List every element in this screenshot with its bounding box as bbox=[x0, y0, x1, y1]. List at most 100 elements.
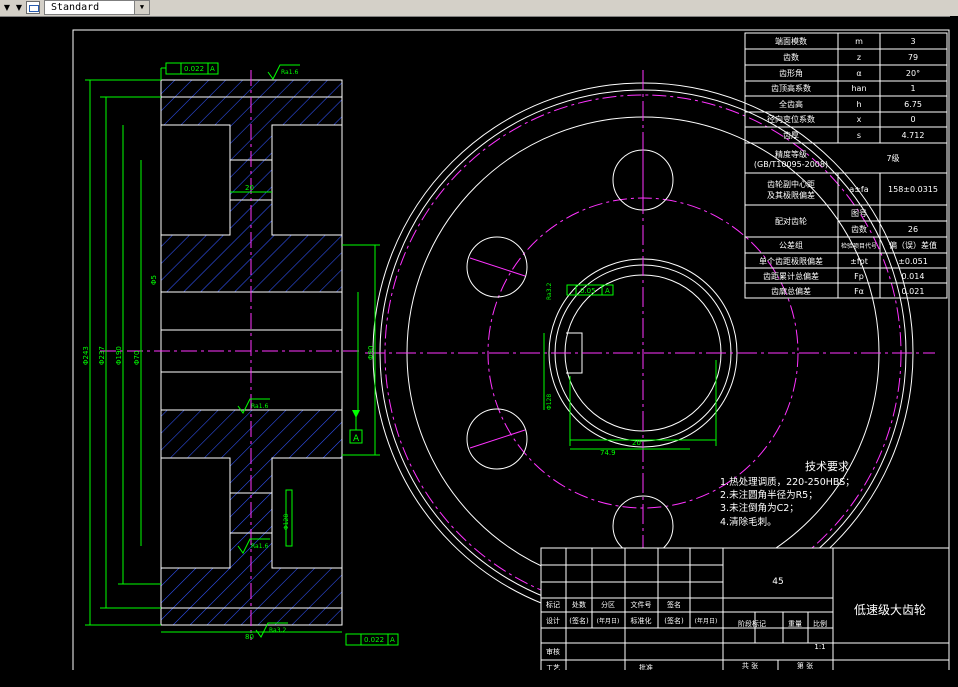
deviation-name: 单个齿距极限偏差 bbox=[759, 256, 823, 266]
svg-text:A: A bbox=[210, 65, 215, 73]
technical-requirements: 技术要求 1.热处理调质，220-250HBS； 2.未注圆角半径为R5； 3.… bbox=[720, 460, 855, 528]
design-3: 标准化 bbox=[631, 616, 652, 625]
dia-237: Φ237 bbox=[98, 346, 106, 365]
mark-header-4: 签名 bbox=[667, 600, 681, 609]
param-name: 端面模数 bbox=[775, 36, 807, 46]
keyway-width-dim: 20 bbox=[632, 439, 641, 447]
text-style-select[interactable]: Standard ▼ bbox=[44, 0, 150, 15]
deviation-name: 齿距累计总偏差 bbox=[763, 271, 819, 281]
chevron-down-icon[interactable]: ▼ bbox=[134, 1, 149, 14]
design-1: (签名) bbox=[569, 616, 589, 625]
center-distance-value: 158±0.0315 bbox=[888, 185, 938, 194]
mark-header-2: 分区 bbox=[601, 600, 615, 609]
param-symbol: han bbox=[851, 84, 866, 93]
dia-243: Φ243 bbox=[82, 346, 90, 365]
mark-header-0: 标记 bbox=[546, 600, 560, 609]
param-symbol: h bbox=[856, 100, 861, 109]
deviation-symbol: Fα bbox=[854, 287, 864, 296]
param-name: 齿厚 bbox=[783, 131, 799, 140]
mark-header-3: 文件号 bbox=[631, 600, 652, 609]
deviation-symbol: Fp bbox=[854, 272, 864, 281]
svg-text:A: A bbox=[390, 636, 395, 644]
center-distance-symbol: a±fa bbox=[849, 185, 868, 194]
param-name: 齿形角 bbox=[779, 68, 803, 78]
param-name: 齿顶高系数 bbox=[771, 83, 811, 93]
param-symbol: x bbox=[857, 115, 862, 124]
keyway-depth-dim: 74.9 bbox=[600, 449, 616, 457]
parameter-extra: 精度等级 (GB/T10095-2008) 7级 齿轮副中心距 及其极限偏差 a… bbox=[754, 149, 938, 250]
approve-label: 批准 bbox=[639, 663, 653, 670]
hub-dim-label: Φ128 bbox=[546, 394, 553, 410]
mating-teeth: 齿数 bbox=[851, 224, 867, 234]
ra-web-label: Ra3.2 bbox=[546, 283, 553, 300]
text-style-icon[interactable] bbox=[26, 1, 40, 14]
runout-bottom-value: 0.022 bbox=[364, 636, 384, 644]
deviation-symbol: ±fpt bbox=[850, 257, 868, 266]
precision-value: 7级 bbox=[886, 153, 899, 163]
param-name: 径向变位系数 bbox=[767, 114, 815, 124]
dim-20: 20 bbox=[245, 184, 254, 192]
tech-item-3: 3.未注倒角为C2； bbox=[720, 502, 799, 514]
keyway-symmetry-tol: 0.05 bbox=[580, 287, 596, 295]
design-2: (年月日) bbox=[597, 617, 620, 625]
ra-low: Ra1.6 bbox=[251, 543, 268, 550]
ra-bottom: Ra3.2 bbox=[269, 627, 286, 634]
deviation-value: 0.014 bbox=[902, 272, 925, 281]
param-symbol: s bbox=[857, 131, 861, 140]
dia-190: Φ190 bbox=[115, 346, 123, 365]
gear-section-view: Φ243 Φ237 Φ190 Φ70 Φ5 Φ90 Φ128 80 20 0.0… bbox=[82, 62, 399, 646]
design-5: (年月日) bbox=[695, 617, 718, 625]
bore-dia: Φ90 bbox=[367, 346, 375, 360]
param-value: 4.712 bbox=[902, 131, 925, 140]
deviation-rows: 单个齿距极限偏差 ±fpt ±0.051 齿距累计总偏差 Fp 0.014 齿廓总偏差 Fα 0… bbox=[759, 256, 928, 296]
tolerance-group-sym: 检验项目代号 bbox=[841, 242, 877, 250]
tech-item-2: 2.未注圆角半径为R5； bbox=[720, 489, 818, 501]
param-symbol: α bbox=[856, 69, 861, 78]
ra-mid: Ra1.6 bbox=[251, 403, 268, 410]
width-80: 80 bbox=[245, 633, 254, 641]
tolerance-group-val: 偏（误）差值 bbox=[889, 240, 937, 250]
weight-label: 重量 bbox=[788, 620, 802, 628]
scale-value: 1:1 bbox=[814, 643, 825, 651]
text-style-toolbar: ▼ ▼ Standard ▼ bbox=[0, 0, 958, 17]
param-name: 全齿高 bbox=[779, 99, 803, 109]
datum-a-label: A bbox=[353, 434, 360, 444]
gear-front-view: 0.05 A 20 74.9 Ra3.2 Φ128 bbox=[365, 70, 935, 624]
vertical-scrollbar[interactable] bbox=[950, 16, 958, 670]
center-distance-name-2: 及其极限偏差 bbox=[767, 190, 815, 200]
param-value: 0 bbox=[910, 115, 915, 124]
material: 45 bbox=[772, 577, 783, 587]
param-value: 79 bbox=[908, 53, 918, 62]
dia-70: Φ70 bbox=[133, 351, 141, 365]
dropdown-arrow-icon[interactable]: ▼ bbox=[14, 2, 24, 14]
dropdown-arrow-icon[interactable]: ▼ bbox=[2, 2, 12, 14]
ra-top: Ra1.6 bbox=[281, 69, 298, 76]
drawing-canvas[interactable]: 0.05 A 20 74.9 Ra3.2 Φ128 Φ243 Φ237 Φ190… bbox=[0, 16, 958, 670]
param-value: 3 bbox=[910, 37, 915, 46]
param-value: 20° bbox=[906, 69, 920, 78]
sheet-number: 第 张 bbox=[797, 661, 813, 670]
param-value: 1 bbox=[910, 84, 915, 93]
design-0: 设计 bbox=[546, 616, 560, 625]
tech-title: 技术要求 bbox=[805, 460, 849, 473]
process-label: 工艺 bbox=[546, 664, 560, 670]
center-distance-name-1: 齿轮副中心距 bbox=[767, 179, 815, 189]
text-style-value: Standard bbox=[51, 2, 100, 13]
param-name: 齿数 bbox=[783, 52, 799, 62]
deviation-value: ±0.051 bbox=[898, 257, 928, 266]
param-value: 6.75 bbox=[904, 100, 922, 109]
deviation-name: 齿廓总偏差 bbox=[771, 286, 811, 296]
tech-item-1: 1.热处理调质，220-250HBS； bbox=[720, 476, 855, 488]
review-label: 审核 bbox=[546, 647, 560, 656]
stage-mark-label: 阶段标记 bbox=[738, 619, 766, 628]
mark-header-1: 处数 bbox=[572, 600, 586, 609]
mating-teeth-value: 26 bbox=[908, 225, 918, 234]
sheet-total: 共 张 bbox=[742, 661, 758, 670]
dia-5: Φ5 bbox=[150, 275, 158, 285]
mating-drawing-no: 图号 bbox=[851, 209, 867, 218]
design-4: (签名) bbox=[664, 616, 684, 625]
param-symbol: z bbox=[857, 53, 861, 62]
precision-name: 精度等级 bbox=[775, 149, 807, 159]
runout-top-value: 0.022 bbox=[184, 65, 204, 73]
parameter-rows: 端面模数 m 3 齿数 z 79 齿形角 α 20° 齿顶高系数 han 1 全齿高 h 6.75 径向变位系… bbox=[767, 36, 924, 140]
